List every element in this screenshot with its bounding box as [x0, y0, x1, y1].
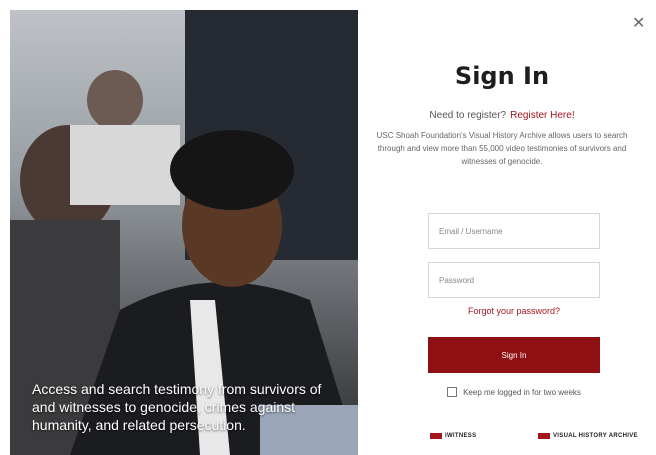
usc-shoah-mark-icon — [538, 433, 550, 439]
hero-photo: Access and search testimony from survivo… — [10, 10, 358, 455]
photo-caption: Access and search testimony from survivo… — [32, 381, 322, 433]
usc-shoah-mark-icon — [430, 433, 442, 439]
register-link[interactable]: Register Here! — [510, 110, 574, 121]
keep-logged-in-label: Keep me logged in for two weeks — [463, 387, 581, 397]
vha-logo-text: VISUAL HISTORY ARCHIVE — [553, 433, 638, 439]
forgot-password-link[interactable]: Forgot your password? — [428, 306, 600, 316]
iwitness-logo-text: IWITNESS — [445, 433, 477, 439]
partner-logos: IWITNESS VISUAL HISTORY ARCHIVE — [358, 433, 646, 445]
page-title: Sign In — [454, 62, 550, 90]
email-field[interactable] — [428, 213, 600, 249]
keep-logged-in-row: Keep me logged in for two weeks — [428, 387, 600, 397]
archive-description: USC Shoah Foundation's Visual History Ar… — [376, 131, 628, 166]
sign-in-button[interactable]: Sign In — [428, 337, 600, 373]
sign-in-panel: Sign In Need to register? Register Here! … — [358, 10, 646, 455]
register-text: Need to register? — [429, 110, 507, 121]
register-prompt: Need to register? Register Here! — [358, 110, 646, 121]
password-field[interactable] — [428, 262, 600, 298]
keep-logged-in-checkbox[interactable] — [447, 387, 458, 397]
vha-logo: VISUAL HISTORY ARCHIVE — [538, 433, 638, 439]
iwitness-logo: IWITNESS — [430, 433, 476, 439]
sign-in-modal: Access and search testimony from survivo… — [10, 10, 646, 455]
